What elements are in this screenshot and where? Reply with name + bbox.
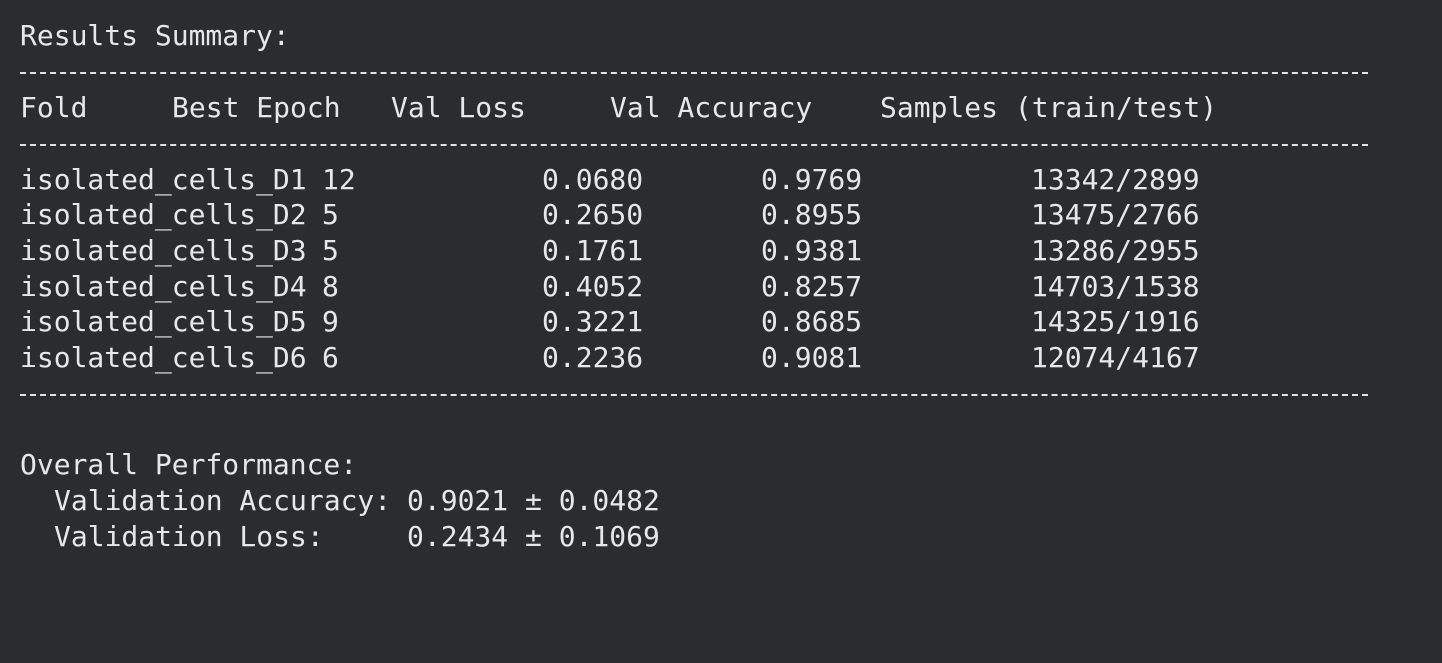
- table-header-row: Fold Best Epoch Val Loss Val Accuracy Sa…: [20, 90, 1368, 126]
- terminal-output: Results Summary: Fold Best Epoch Val Los…: [20, 0, 1420, 574]
- overall-performance-heading: Overall Performance:: [20, 448, 358, 481]
- table-row: isolated_cells_D4 8 0.4052 0.8257 14703/…: [20, 269, 1368, 305]
- cell-samples: 14325/1916: [1031, 305, 1200, 338]
- cell-fold: isolated_cells_D5: [20, 305, 307, 338]
- validation-loss-line: Validation Loss: 0.2434 ± 0.1069: [20, 519, 1368, 555]
- cell-samples: 12074/4167: [1031, 341, 1200, 374]
- cell-best-epoch: 5: [322, 198, 339, 231]
- cell-fold: isolated_cells_D6: [20, 341, 307, 374]
- cell-samples: 13286/2955: [1031, 234, 1200, 267]
- header-samples: Samples (train/test): [880, 91, 1218, 124]
- validation-accuracy-label: Validation Accuracy:: [54, 484, 392, 517]
- divider-top: [20, 72, 1368, 74]
- cell-val-accuracy: 0.8955: [761, 198, 863, 231]
- validation-loss-value: 0.2434 ± 0.1069: [407, 520, 660, 553]
- cell-val-loss: 0.2650: [542, 198, 644, 231]
- table-row: isolated_cells_D2 5 0.2650 0.8955 13475/…: [20, 197, 1368, 233]
- cell-val-loss: 0.2236: [542, 341, 644, 374]
- cell-samples: 14703/1538: [1031, 270, 1200, 303]
- cell-fold: isolated_cells_D1: [20, 163, 307, 196]
- cell-samples: 13475/2766: [1031, 198, 1200, 231]
- table-row: isolated_cells_D1 12 0.0680 0.9769 13342…: [20, 162, 1368, 198]
- divider-header: [20, 144, 1368, 146]
- cell-val-accuracy: 0.8257: [761, 270, 863, 303]
- cell-best-epoch: 8: [322, 270, 339, 303]
- cell-best-epoch: 5: [322, 234, 339, 267]
- header-val-loss: Val Loss: [391, 91, 526, 124]
- cell-val-accuracy: 0.9081: [761, 341, 863, 374]
- validation-loss-label: Validation Loss:: [54, 520, 324, 553]
- cell-val-loss: 0.0680: [542, 163, 644, 196]
- table-row: isolated_cells_D3 5 0.1761 0.9381 13286/…: [20, 233, 1368, 269]
- validation-accuracy-line: Validation Accuracy: 0.9021 ± 0.0482: [20, 483, 1368, 519]
- cell-val-accuracy: 0.8685: [761, 305, 863, 338]
- header-best-epoch: Best Epoch: [172, 91, 341, 124]
- header-fold: Fold: [20, 91, 88, 124]
- cell-best-epoch: 9: [322, 305, 339, 338]
- cell-fold: isolated_cells_D2: [20, 198, 307, 231]
- cell-samples: 13342/2899: [1031, 163, 1200, 196]
- cell-val-accuracy: 0.9769: [761, 163, 863, 196]
- results-summary-title: Results Summary:: [20, 19, 290, 52]
- divider-bottom: [20, 394, 1368, 396]
- table-row: isolated_cells_D6 6 0.2236 0.9081 12074/…: [20, 340, 1368, 376]
- cell-val-loss: 0.3221: [542, 305, 644, 338]
- validation-accuracy-value: 0.9021 ± 0.0482: [407, 484, 660, 517]
- cell-best-epoch: 6: [322, 341, 339, 374]
- cell-fold: isolated_cells_D3: [20, 234, 307, 267]
- table-row: isolated_cells_D5 9 0.3221 0.8685 14325/…: [20, 304, 1368, 340]
- cell-fold: isolated_cells_D4: [20, 270, 307, 303]
- cell-val-loss: 0.1761: [542, 234, 644, 267]
- header-val-accuracy: Val Accuracy: [610, 91, 813, 124]
- cell-val-accuracy: 0.9381: [761, 234, 863, 267]
- cell-val-loss: 0.4052: [542, 270, 644, 303]
- cell-best-epoch: 12: [322, 163, 356, 196]
